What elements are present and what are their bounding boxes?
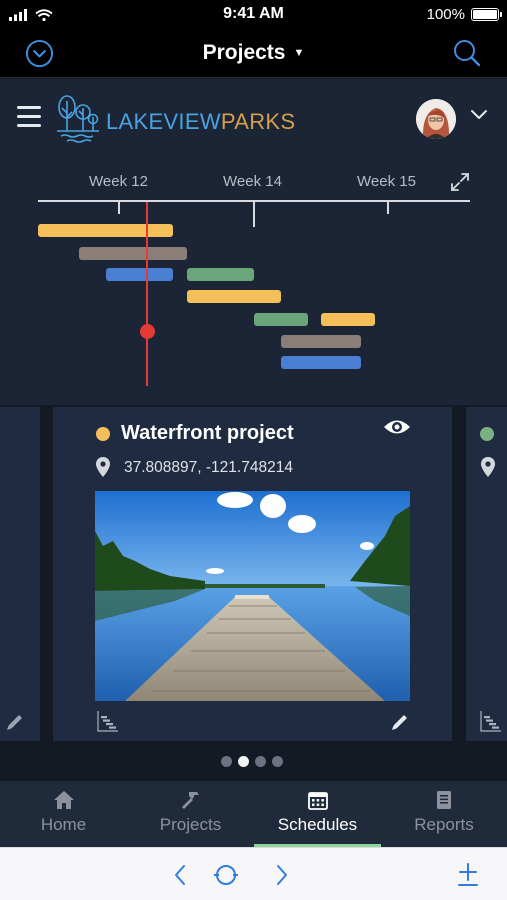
project-card[interactable]: Waterfront project 37.808897, -121.74821… <box>53 407 452 741</box>
task-bar[interactable] <box>281 356 361 369</box>
gantt-chart-icon[interactable] <box>479 709 503 733</box>
add-icon[interactable] <box>453 860 483 890</box>
task-bar[interactable] <box>187 290 281 303</box>
chevron-down-icon[interactable] <box>470 109 488 121</box>
project-photo[interactable] <box>95 491 410 701</box>
status-bar: 9:41 AM 100% <box>0 0 507 28</box>
refresh-icon[interactable] <box>211 860 241 890</box>
project-carousel[interactable]: Waterfront project 37.808897, -121.74821… <box>0 405 507 781</box>
current-date-line <box>146 202 148 386</box>
expand-icon[interactable] <box>449 171 471 193</box>
nav-title-text: Projects <box>202 41 286 64</box>
page-indicator[interactable] <box>221 754 289 767</box>
task-bar[interactable] <box>187 268 254 281</box>
battery-percent: 100% <box>426 6 465 23</box>
document-icon <box>437 791 451 809</box>
eye-icon[interactable] <box>383 416 411 438</box>
brand-name: LAKEVIEWPARKS <box>106 109 296 134</box>
timeline-tick <box>118 200 120 214</box>
tab-label: Schedules <box>277 815 358 834</box>
avatar-photo <box>416 99 456 139</box>
task-bar[interactable] <box>106 268 173 281</box>
forward-icon[interactable] <box>266 860 296 890</box>
gantt-chart-icon[interactable] <box>96 709 120 733</box>
location-pin-icon <box>96 457 110 477</box>
tab-label: Home <box>40 815 87 834</box>
tab-home[interactable]: Home <box>0 781 127 847</box>
search-icon[interactable] <box>452 38 482 68</box>
task-bar[interactable] <box>254 313 308 326</box>
calendar-icon <box>307 792 328 810</box>
timeline-tick <box>253 200 255 227</box>
project-card-previous[interactable] <box>0 407 40 741</box>
project-coordinates: 37.808897, -121.748214 <box>124 459 293 476</box>
tab-label: Projects <box>159 815 222 834</box>
tab-bar: Home Projects Schedules Reports <box>0 781 507 847</box>
tab-label: Reports <box>414 815 474 834</box>
current-date-handle[interactable] <box>140 324 155 339</box>
hammer-icon <box>181 792 199 809</box>
page-dot-active[interactable] <box>238 756 249 767</box>
user-avatar[interactable] <box>416 99 456 139</box>
lakeview-parks-logo <box>57 95 99 143</box>
page-dot[interactable] <box>221 756 232 767</box>
caret-down-icon: ▼ <box>293 47 305 59</box>
task-bar[interactable] <box>321 313 375 326</box>
back-icon[interactable] <box>166 860 196 890</box>
hamburger-menu-icon[interactable] <box>17 106 41 128</box>
battery-icon <box>471 8 502 21</box>
tab-reports[interactable]: Reports <box>381 781 507 847</box>
browser-toolbar <box>0 847 507 900</box>
location-pin-icon <box>481 457 495 477</box>
project-title: Waterfront project <box>121 422 294 444</box>
status-dot <box>480 427 494 441</box>
schedule-timeline: Week 12 Week 14 Week 15 <box>0 159 507 405</box>
week-label: Week 15 <box>357 173 416 190</box>
page-dot[interactable] <box>255 756 266 767</box>
task-bar[interactable] <box>79 247 187 260</box>
tab-projects[interactable]: Projects <box>127 781 254 847</box>
project-card-next[interactable] <box>466 407 507 741</box>
page-dot[interactable] <box>272 756 283 767</box>
task-bar[interactable] <box>38 224 173 237</box>
timeline-tick <box>387 200 389 214</box>
nav-bar: Projects ▼ <box>0 28 507 78</box>
home-icon <box>53 791 74 809</box>
pencil-icon[interactable] <box>389 711 411 733</box>
tab-schedules[interactable]: Schedules <box>254 781 381 847</box>
pencil-icon[interactable] <box>4 711 26 733</box>
week-label: Week 12 <box>89 173 148 190</box>
task-bar[interactable] <box>281 335 361 348</box>
status-dot <box>96 427 110 441</box>
app-header: LAKEVIEWPARKS <box>0 79 507 159</box>
nav-title[interactable]: Projects ▼ <box>0 41 507 65</box>
week-label: Week 14 <box>223 173 282 190</box>
